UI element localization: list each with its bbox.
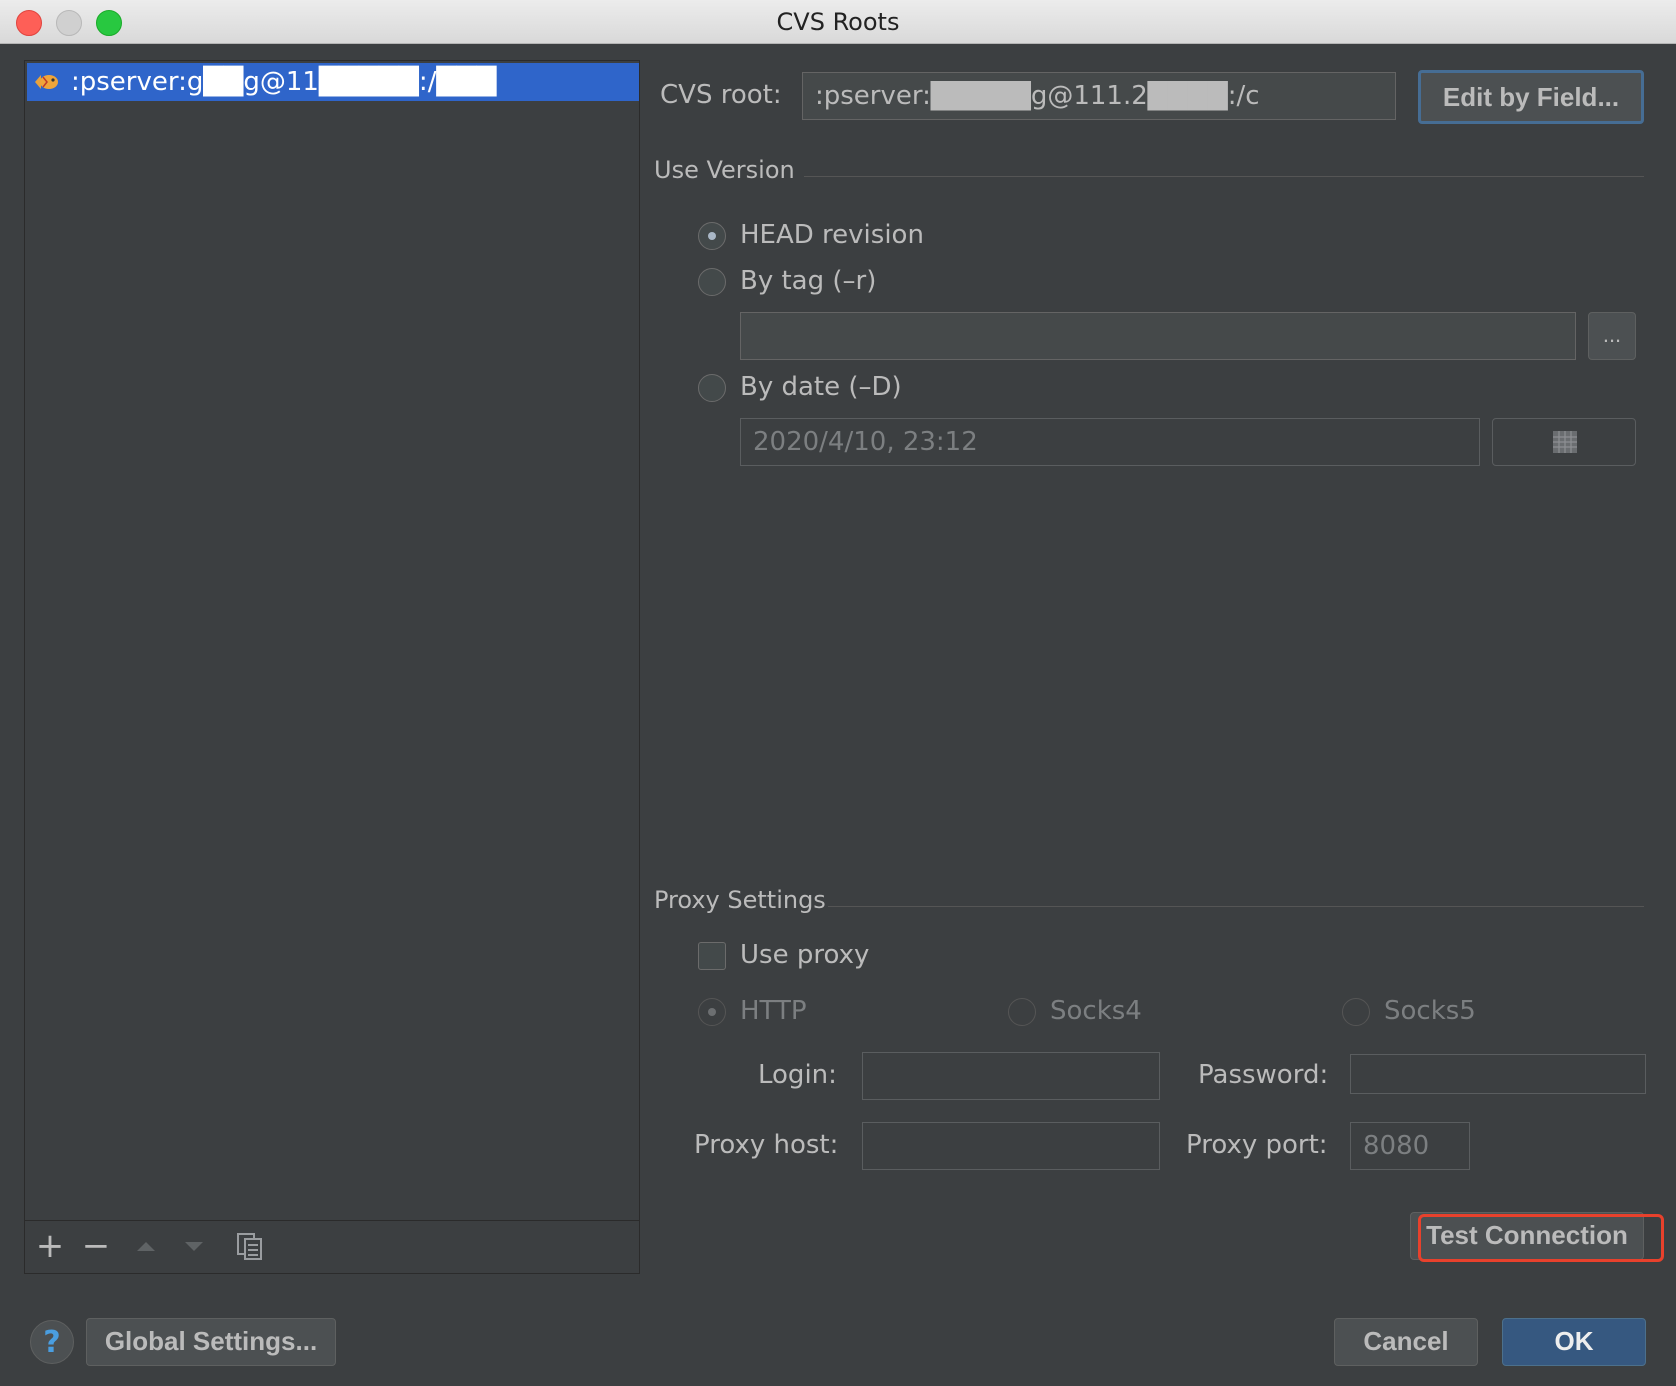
copy-icon[interactable] [235,1231,265,1261]
list-item[interactable]: :pserver:g██g@11█████:/███ [27,63,639,101]
edit-by-field-button[interactable]: Edit by Field... [1418,70,1644,124]
cvs-root-label: CVS root: [660,80,782,110]
http-radio[interactable] [698,998,726,1026]
proxy-host-label: Proxy host: [694,1130,839,1160]
by-tag-label: By tag (–r) [740,266,877,296]
window-title: CVS Roots [776,8,900,36]
cvs-fish-icon [35,75,58,89]
by-tag-radio[interactable] [698,268,726,296]
tag-input[interactable] [740,312,1576,360]
calendar-icon [1553,431,1577,453]
proxy-port-input[interactable] [1350,1122,1470,1170]
help-button[interactable]: ? [30,1320,74,1364]
socks5-radio[interactable] [1342,998,1370,1026]
cvs-roots-list[interactable]: :pserver:g██g@11█████:/███ + − [24,60,640,1274]
use-version-title: Use Version [654,156,795,184]
proxy-settings-title: Proxy Settings [654,886,826,914]
socks5-label: Socks5 [1384,996,1476,1026]
title-bar: CVS Roots [0,0,1676,44]
use-proxy-label: Use proxy [740,940,870,970]
use-proxy-checkbox[interactable] [698,942,726,970]
remove-icon[interactable]: − [81,1229,111,1263]
http-label: HTTP [740,996,807,1026]
socks4-radio[interactable] [1008,998,1036,1026]
date-input[interactable] [740,418,1480,466]
proxy-port-label: Proxy port: [1186,1130,1328,1160]
password-input[interactable] [1350,1054,1646,1094]
list-toolbar: + − [25,1220,639,1273]
cancel-button[interactable]: Cancel [1334,1318,1478,1366]
login-input[interactable] [862,1052,1160,1100]
head-revision-radio[interactable] [698,222,726,250]
ok-button[interactable]: OK [1502,1318,1646,1366]
root-item-label: :pserver:g██g@11█████:/███ [71,67,497,97]
head-revision-label: HEAD revision [740,220,924,250]
add-icon[interactable]: + [35,1229,65,1263]
socks4-label: Socks4 [1050,996,1142,1026]
date-picker-button[interactable] [1492,418,1636,466]
proxy-host-input[interactable] [862,1122,1160,1170]
browse-tags-button[interactable]: ... [1588,312,1636,360]
move-down-icon[interactable] [179,1231,209,1261]
by-date-label: By date (–D) [740,372,902,402]
section-divider [804,176,1644,177]
move-up-icon[interactable] [131,1231,161,1261]
cvs-root-field[interactable] [802,72,1396,120]
test-connection-button[interactable]: Test Connection [1410,1212,1644,1260]
by-date-radio[interactable] [698,374,726,402]
global-settings-button[interactable]: Global Settings... [86,1318,336,1366]
password-label: Password: [1198,1060,1329,1090]
login-label: Login: [758,1060,837,1090]
section-divider [828,906,1644,907]
